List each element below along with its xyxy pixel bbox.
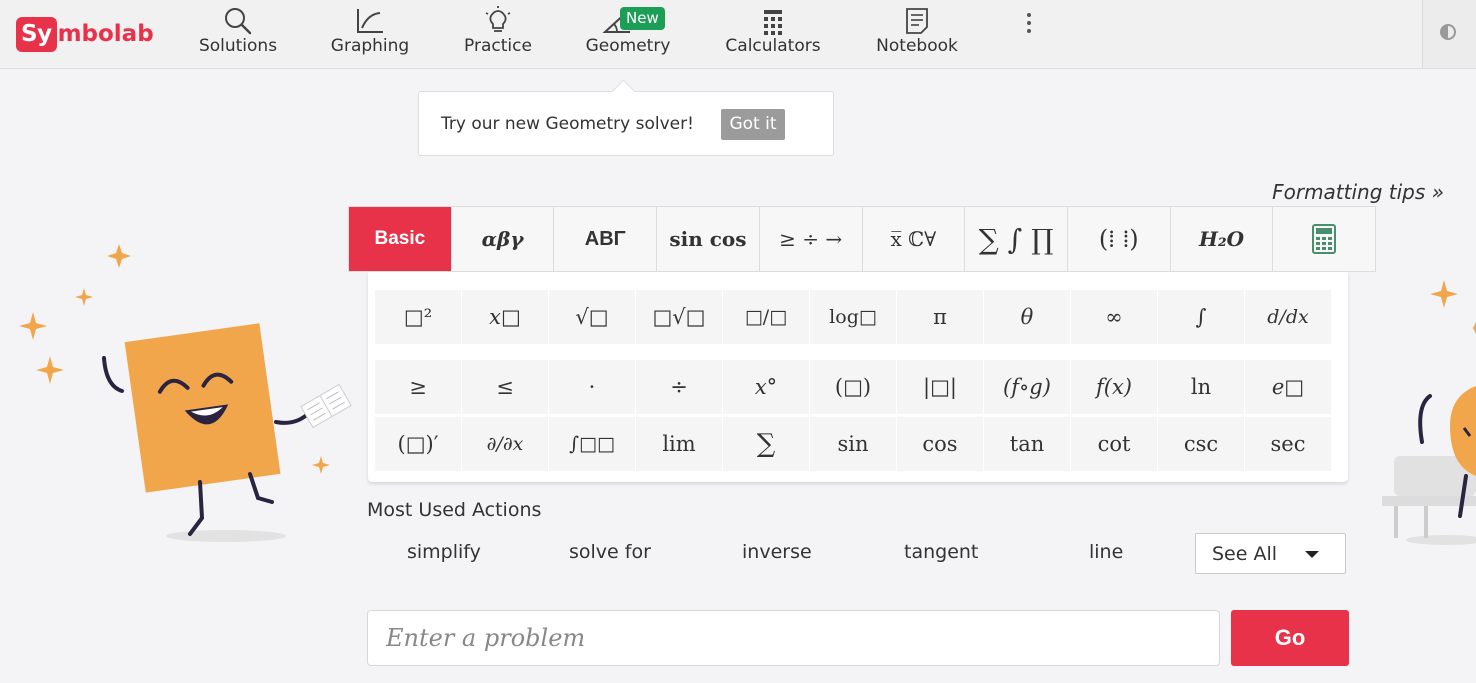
nav-label: Solutions: [198, 36, 278, 56]
key-divide[interactable]: ÷: [636, 360, 722, 414]
nav-notebook[interactable]: Notebook: [868, 4, 966, 62]
action-simplify[interactable]: simplify: [407, 541, 481, 563]
key-geq[interactable]: ≥: [375, 360, 461, 414]
nav-label: Graphing: [330, 36, 410, 56]
action-inverse[interactable]: inverse: [742, 541, 812, 563]
key-fraction[interactable]: □/□: [723, 290, 809, 344]
key-nth-root[interactable]: □√□: [636, 290, 722, 344]
nav-label: Practice: [464, 36, 532, 56]
key-parentheses[interactable]: (□): [810, 360, 896, 414]
key-csc[interactable]: csc: [1158, 417, 1244, 471]
new-badge: New: [620, 7, 665, 30]
theme-toggle-button[interactable]: [1422, 0, 1476, 68]
action-solve-for[interactable]: solve for: [569, 541, 651, 563]
problem-input[interactable]: [367, 610, 1220, 666]
key-limit[interactable]: lim: [636, 417, 722, 471]
nav-solutions[interactable]: Solutions: [190, 4, 286, 62]
tab-greek-lower[interactable]: αβγ: [451, 207, 555, 271]
more-menu-icon[interactable]: [1018, 10, 1040, 40]
key-sin[interactable]: sin: [810, 417, 896, 471]
tab-matrix[interactable]: (⁞ ⁞): [1067, 207, 1171, 271]
nav-graphing[interactable]: Graphing: [322, 4, 418, 62]
key-abs[interactable]: |□|: [897, 360, 983, 414]
nav-label: Geometry: [585, 36, 671, 56]
tab-basic[interactable]: Basic: [349, 207, 452, 271]
nav-label: Calculators: [725, 36, 821, 56]
key-function[interactable]: f(x): [1071, 360, 1157, 414]
formatting-tips-link[interactable]: Formatting tips »: [1272, 180, 1444, 204]
key-theta[interactable]: θ: [984, 290, 1070, 344]
keypad-tabs: Basic αβγ ΑΒΓ sin cos ≥ ÷ → x̅ ℂ∀ ∑ ∫ ∏ …: [348, 206, 1376, 272]
key-log[interactable]: log□: [810, 290, 896, 344]
graph-icon: [357, 9, 383, 33]
see-all-label: See All: [1212, 543, 1278, 565]
search-icon: [225, 8, 252, 35]
tab-greek-upper[interactable]: ΑΒΓ: [554, 207, 658, 271]
tab-trig[interactable]: sin cos: [657, 207, 760, 271]
logo-highlight: Sy: [16, 16, 57, 52]
tab-calculus[interactable]: ∑ ∫ ∏: [965, 207, 1068, 271]
key-sec[interactable]: sec: [1245, 417, 1331, 471]
calculator-grid-icon: [764, 10, 782, 35]
key-square[interactable]: □²: [375, 290, 461, 344]
key-dot[interactable]: ·: [549, 360, 635, 414]
notebook-icon: [906, 8, 928, 34]
top-navigation: Symbolab Solutions Graphing Practice Ge: [0, 0, 1476, 69]
key-leq[interactable]: ≤: [462, 360, 548, 414]
key-prime[interactable]: (□)′: [375, 417, 461, 471]
math-keypad: □² x□ √□ □√□ □/□ log□ π θ ∞ ∫ d/dx ≥ ≤ ·…: [368, 272, 1348, 482]
nav-label: Notebook: [876, 36, 958, 56]
geometry-tooltip: Try our new Geometry solver! Got it: [418, 91, 834, 156]
key-ln[interactable]: ln: [1158, 360, 1244, 414]
tab-sets[interactable]: x̅ ℂ∀: [862, 207, 966, 271]
key-exp[interactable]: e□: [1245, 360, 1331, 414]
key-power[interactable]: x□: [462, 290, 548, 344]
key-tan[interactable]: tan: [984, 417, 1070, 471]
key-partial[interactable]: ∂/∂x: [462, 417, 548, 471]
nav-calculators[interactable]: Calculators: [722, 4, 824, 62]
mascot-illustration: [19, 244, 352, 542]
caret-down-icon: [1305, 551, 1319, 558]
nav-practice[interactable]: Practice: [450, 4, 546, 62]
key-degree[interactable]: x°: [723, 360, 809, 414]
action-tangent[interactable]: tangent: [904, 541, 978, 563]
got-it-button[interactable]: Got it: [721, 109, 785, 140]
contrast-icon: [1440, 24, 1456, 40]
key-cos[interactable]: cos: [897, 417, 983, 471]
key-sqrt[interactable]: √□: [549, 290, 635, 344]
calculator-icon: [1312, 224, 1337, 254]
tooltip-text: Try our new Geometry solver!: [441, 114, 694, 134]
symbolab-logo[interactable]: Sy mbolab: [16, 14, 154, 54]
logo-text: mbolab: [57, 21, 154, 47]
key-definite-integral[interactable]: ∫□□: [549, 417, 635, 471]
key-composition[interactable]: (f∘g): [984, 360, 1070, 414]
key-integral[interactable]: ∫: [1158, 290, 1244, 344]
key-sum[interactable]: ∑: [723, 417, 809, 471]
action-line[interactable]: line: [1089, 541, 1123, 563]
key-cot[interactable]: cot: [1071, 417, 1157, 471]
lightbulb-icon: [485, 6, 511, 32]
key-derivative[interactable]: d/dx: [1245, 290, 1331, 344]
key-pi[interactable]: π: [897, 290, 983, 344]
side-illustration: [1382, 280, 1476, 545]
most-used-title: Most Used Actions: [367, 499, 542, 521]
key-infinity[interactable]: ∞: [1071, 290, 1157, 344]
tab-operators[interactable]: ≥ ÷ →: [759, 207, 863, 271]
tab-chemistry[interactable]: H₂O: [1170, 207, 1274, 271]
see-all-dropdown[interactable]: See All: [1195, 533, 1346, 574]
go-button[interactable]: Go: [1231, 610, 1349, 666]
tab-calculator[interactable]: [1273, 207, 1376, 271]
